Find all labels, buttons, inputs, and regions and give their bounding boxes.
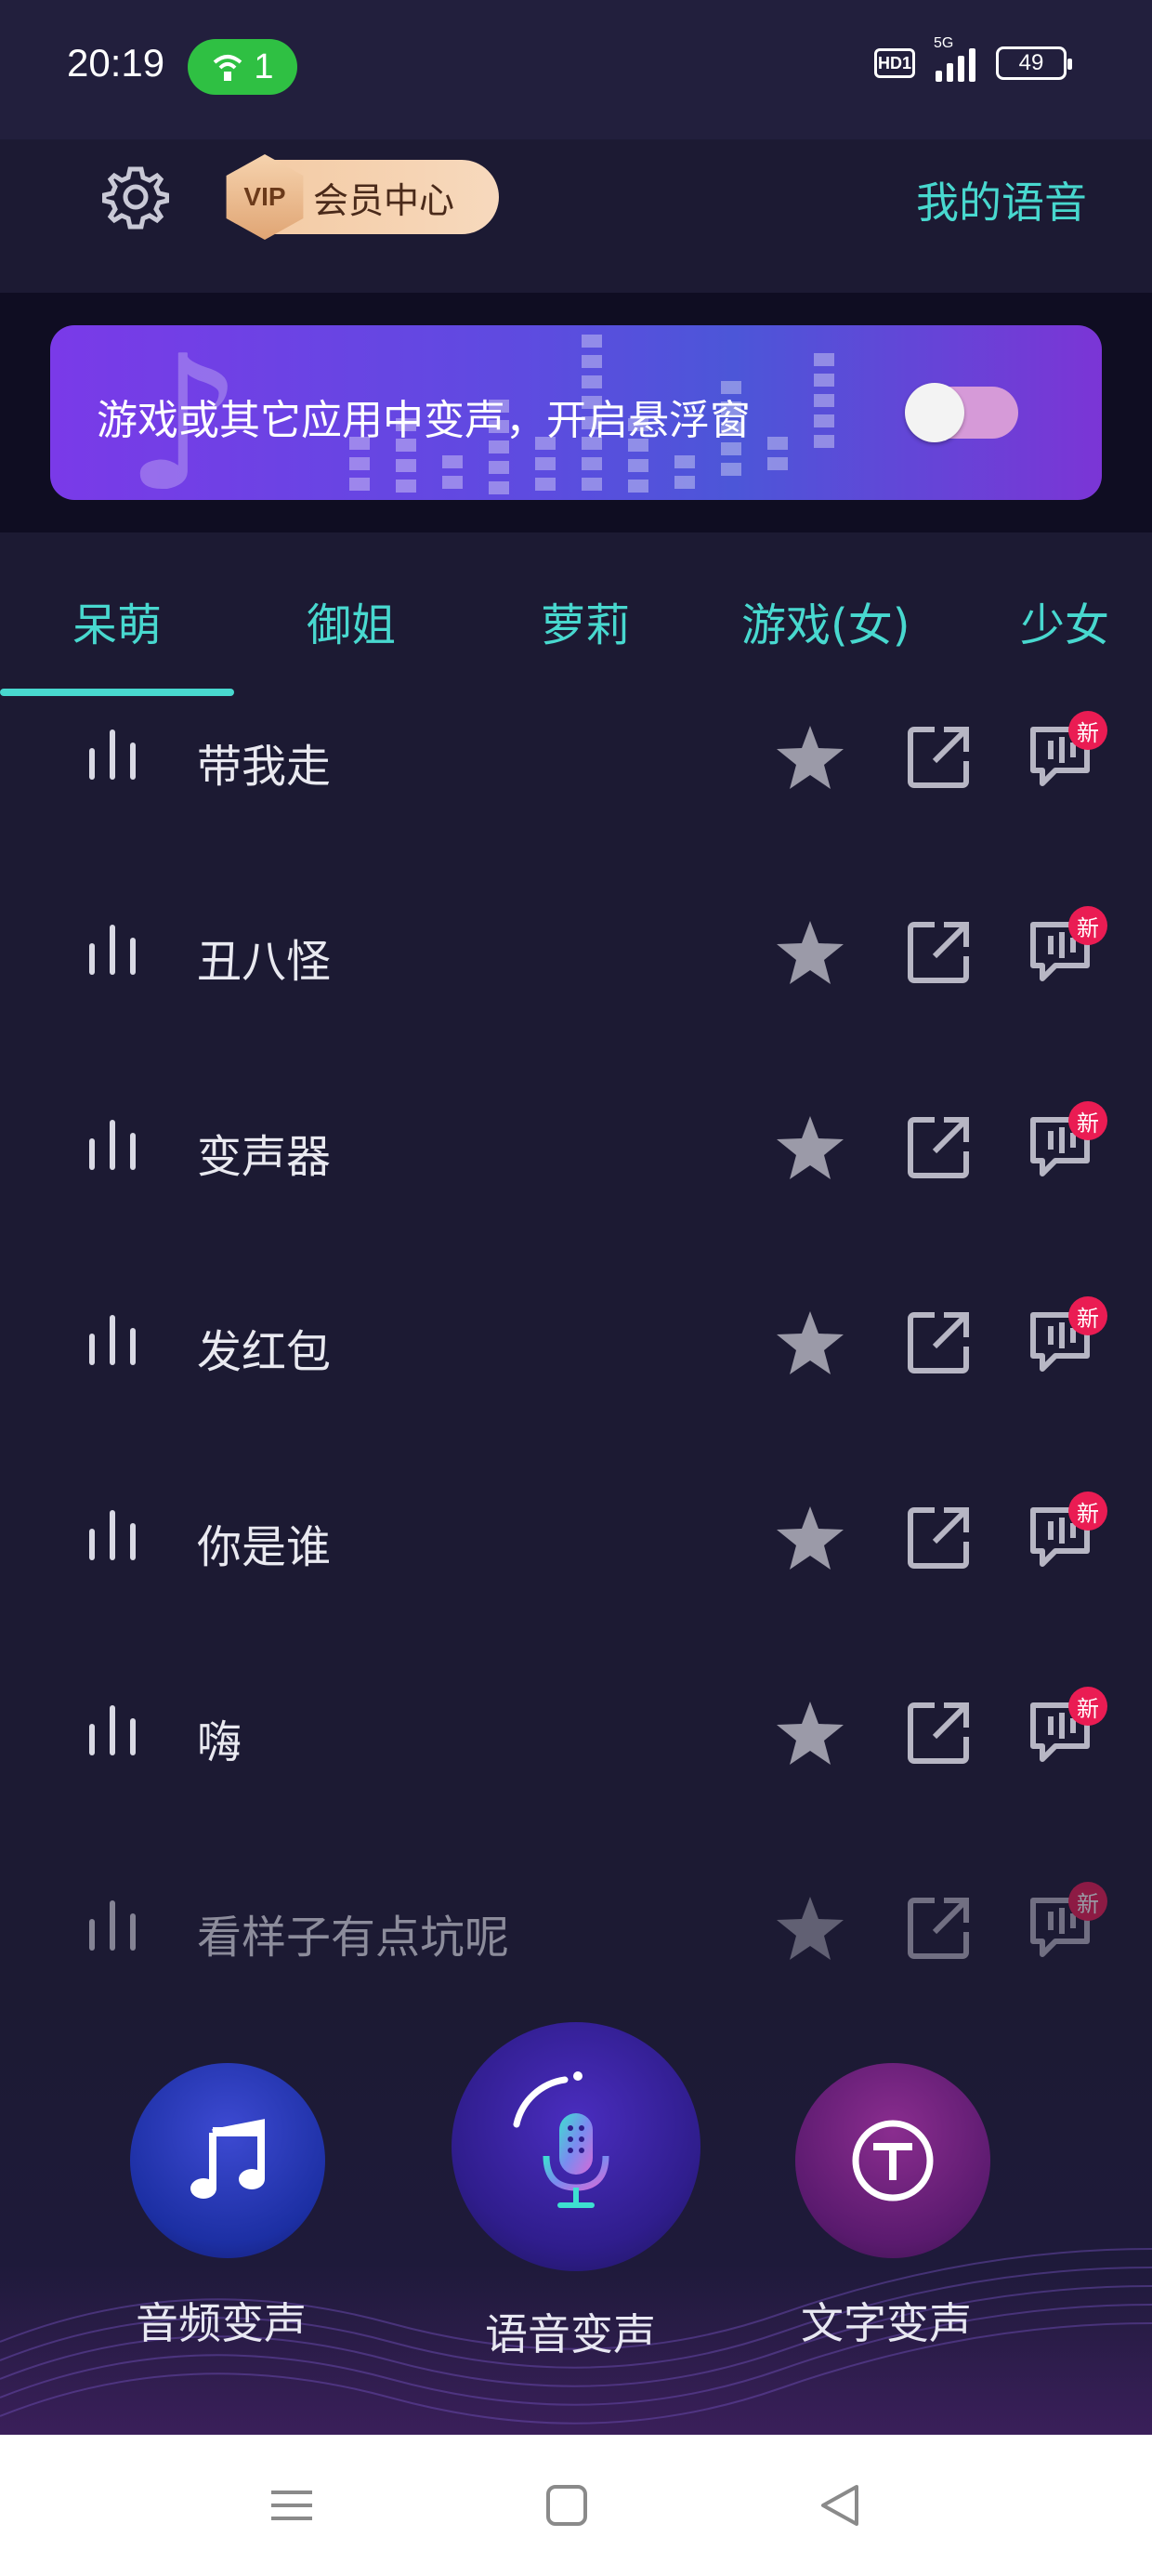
share-icon[interactable] (907, 724, 972, 789)
star-icon[interactable] (775, 1114, 845, 1181)
category-tabs: 呆萌 御姐 萝莉 游戏(女) 少女 (0, 532, 1152, 696)
status-icons: HD1 5G 49 (874, 35, 1072, 82)
share-icon[interactable] (907, 919, 972, 984)
star-icon[interactable] (775, 919, 845, 986)
new-badge: 新 (1068, 711, 1107, 750)
network-type: 5G (934, 35, 954, 51)
share-icon[interactable] (907, 1700, 972, 1765)
audio-bars-icon (89, 925, 136, 975)
hd-voice-icon: HD1 (874, 48, 915, 78)
text-change-button[interactable] (795, 2063, 990, 2258)
new-badge: 新 (1068, 1296, 1107, 1335)
list-item-label: 看样子有点坑呢 (197, 1912, 510, 1964)
signal-icon: 5G (934, 35, 975, 82)
text-t-icon (852, 2120, 934, 2201)
battery-level: 49 (1018, 50, 1044, 75)
star-icon[interactable] (775, 1895, 845, 1962)
list-item-label: 发红包 (197, 1326, 332, 1378)
audio-bars-icon (89, 1120, 136, 1170)
list-item-label: 丑八怪 (197, 936, 332, 988)
banner-text: 游戏或其它应用中变声，开启悬浮窗 (97, 397, 751, 444)
system-navigation-bar (0, 2435, 1152, 2576)
audio-bars-icon (89, 1510, 136, 1560)
vip-center-label: 会员中心 (313, 179, 455, 221)
audio-bars-icon (89, 1900, 136, 1951)
star-icon[interactable] (775, 1505, 845, 1571)
audio-change-button[interactable] (130, 2063, 325, 2258)
hotspot-icon (214, 55, 242, 81)
new-badge: 新 (1068, 1687, 1107, 1726)
floating-window-toggle[interactable] (905, 383, 1018, 442)
list-item[interactable]: 丑八怪 新 (0, 891, 1152, 1003)
list-item[interactable]: 你是谁 新 (0, 1477, 1152, 1588)
new-badge: 新 (1068, 906, 1107, 945)
my-voice-link[interactable]: 我的语音 (916, 169, 1087, 230)
bottom-action-area: 音频变声 语音变声 文字变声 (0, 2007, 1152, 2435)
vip-icon: VIP (226, 154, 304, 240)
voice-change-button[interactable] (452, 2022, 700, 2271)
new-badge: 新 (1068, 1101, 1107, 1140)
list-item-label: 你是谁 (197, 1521, 332, 1573)
text-change-label: 文字变声 (801, 2298, 972, 2348)
voice-change-label: 语音变声 (485, 2309, 656, 2359)
hotspot-indicator: 1 (188, 39, 297, 95)
new-badge: 新 (1068, 1882, 1107, 1921)
status-bar: 20:19 1 HD1 5G 49 (0, 0, 1152, 139)
audio-bars-icon (89, 729, 136, 780)
vip-center-button[interactable]: VIP 会员中心 (226, 154, 499, 240)
star-icon[interactable] (775, 724, 845, 791)
tab-daimeng[interactable]: 呆萌 (72, 588, 162, 653)
menu-icon[interactable] (264, 2477, 320, 2533)
tab-yujie[interactable]: 御姐 (307, 588, 396, 653)
list-item[interactable]: 看样子有点坑呢 新 (0, 1867, 1152, 1978)
share-icon[interactable] (907, 1505, 972, 1570)
back-icon[interactable] (814, 2477, 870, 2533)
list-item[interactable]: 带我走 新 (0, 696, 1152, 808)
list-item-label: 带我走 (197, 741, 332, 793)
share-icon[interactable] (907, 1114, 972, 1179)
audio-bars-icon (89, 1705, 136, 1755)
list-item[interactable]: 嗨 新 (0, 1672, 1152, 1783)
list-item-label: 嗨 (197, 1716, 242, 1768)
home-icon[interactable] (539, 2477, 595, 2533)
audio-change-label: 音频变声 (136, 2298, 307, 2348)
share-icon[interactable] (907, 1895, 972, 1960)
list-item[interactable]: 发红包 新 (0, 1281, 1152, 1393)
tab-luoli[interactable]: 萝莉 (541, 588, 630, 653)
battery-icon: 49 (996, 46, 1072, 80)
list-item-label: 变声器 (197, 1131, 332, 1183)
status-time: 20:19 (67, 41, 165, 85)
star-icon[interactable] (775, 1700, 845, 1767)
list-item[interactable]: 变声器 新 (0, 1086, 1152, 1198)
microphone-icon (513, 2071, 609, 2208)
active-tab-indicator (0, 689, 234, 696)
toggle-knob (905, 383, 964, 442)
audio-bars-icon (89, 1315, 136, 1365)
settings-gear-icon[interactable] (102, 164, 169, 230)
star-icon[interactable] (775, 1309, 845, 1376)
music-note-icon (190, 2119, 265, 2199)
floating-window-banner[interactable]: ♪ 游戏或其它应用中变声，开启悬浮窗 (50, 325, 1102, 500)
hotspot-count: 1 (254, 46, 274, 86)
share-icon[interactable] (907, 1309, 972, 1374)
banner-section: ♪ 游戏或其它应用中变声，开启悬浮窗 (0, 293, 1152, 532)
tab-shaonv[interactable]: 少女 (1020, 588, 1109, 653)
tab-game-female[interactable]: 游戏(女) (741, 588, 910, 653)
new-badge: 新 (1068, 1492, 1107, 1531)
